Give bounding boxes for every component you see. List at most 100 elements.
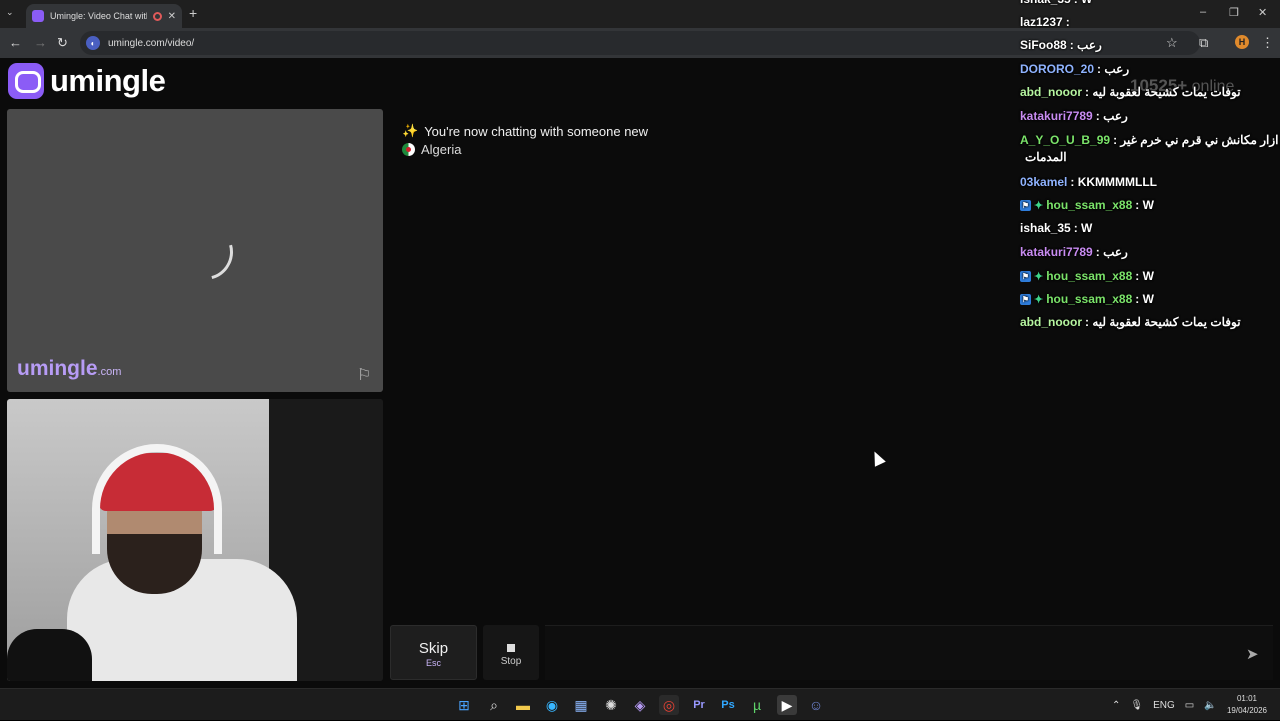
forward-icon[interactable]: → bbox=[34, 35, 47, 50]
favicon-icon bbox=[32, 10, 44, 22]
overlay-chat-text: : W bbox=[1074, 0, 1093, 6]
overlay-chat-text: : توفات يمات كشيحة لعقوبة ليه bbox=[1085, 85, 1241, 99]
back-icon[interactable]: ← bbox=[9, 35, 22, 50]
sparkle-badge-icon: ✦ bbox=[1034, 293, 1044, 306]
overlay-chat-text: : رعب bbox=[1095, 109, 1128, 123]
overlay-chat-text: : رعب bbox=[1069, 38, 1102, 52]
video-watermark: umingle.com bbox=[17, 357, 121, 381]
overlay-chat-text: : W bbox=[1135, 198, 1154, 212]
sparkle-badge-icon: ✦ bbox=[1034, 270, 1044, 283]
recording-icon bbox=[152, 11, 162, 21]
subscriber-badge-icon: ⚑ bbox=[1020, 199, 1031, 211]
tab-close-icon[interactable]: ✕ bbox=[168, 11, 176, 22]
overlay-chat-text: : رعب bbox=[1097, 62, 1130, 76]
overlay-chat-text: : KKMMMMLLL bbox=[1070, 175, 1158, 189]
send-icon[interactable]: ➤ bbox=[1246, 645, 1259, 663]
sparkle-icon: ✨ bbox=[402, 123, 419, 138]
subscriber-badge-icon: ⚑ bbox=[1020, 270, 1031, 282]
loading-spinner-icon bbox=[166, 213, 244, 291]
clock-date: 19/04/2026 bbox=[1226, 706, 1268, 715]
system-message-text: You're now chatting with someone new bbox=[424, 123, 649, 139]
discord-icon[interactable]: ☺ bbox=[806, 695, 826, 715]
overlay-chat-text: : bbox=[1065, 15, 1070, 29]
overlay-chat-text: : دير ازار مكانش ني قرم ني خرم غير bbox=[1113, 133, 1280, 147]
overlay-chat-text: : W bbox=[1135, 292, 1154, 306]
overlay-chat-username: hou_ssam_x88 bbox=[1046, 269, 1133, 283]
media-player-icon[interactable]: ▶ bbox=[777, 695, 797, 715]
chat-bubble-logo-icon bbox=[8, 63, 44, 99]
chatgpt-icon[interactable]: ✺ bbox=[601, 695, 621, 715]
windows-taskbar: ⊞ ⌕ ▬ ◉ ▦ ✺ ◈ ◎ Pr Ps µ ▶ ☺ ⌃ 🎙 ENG ▭ 🔈 … bbox=[0, 688, 1280, 720]
reload-icon[interactable]: ↻ bbox=[57, 35, 68, 51]
overlay-chat-username: hou_ssam_x88 bbox=[1046, 198, 1133, 212]
skip-button[interactable]: Skip Esc bbox=[390, 625, 477, 680]
remote-video: umingle.com ⚐ bbox=[7, 109, 383, 392]
overlay-chat-message: SiFoo88: رعب bbox=[1020, 38, 1102, 52]
overlay-chat-text: : W bbox=[1073, 221, 1093, 235]
tab-title: Umingle: Video Chat with S bbox=[50, 11, 147, 21]
start-icon[interactable]: ⊞ bbox=[454, 695, 474, 715]
algeria-flag-icon bbox=[402, 143, 415, 156]
microphone-foam bbox=[7, 629, 92, 681]
overlay-chat-username: laz1237 bbox=[1020, 15, 1063, 29]
logo-text: umingle bbox=[50, 63, 166, 98]
watermark-suffix: .com bbox=[97, 366, 122, 378]
premiere-icon[interactable]: Pr bbox=[689, 695, 709, 715]
sparkle-badge-icon: ✦ bbox=[1034, 199, 1044, 212]
overlay-chat-message: ishak_35: W bbox=[1020, 0, 1092, 6]
input-language[interactable]: ENG bbox=[1153, 700, 1175, 711]
url-text: umingle.com/video/ bbox=[108, 37, 195, 49]
site-info-icon[interactable]: ◐ bbox=[86, 36, 100, 50]
overlay-chat-username: ishak_35 bbox=[1020, 0, 1071, 6]
overlay-chat-username: katakuri7789 bbox=[1020, 109, 1093, 123]
overlay-chat-message: المدمات bbox=[1022, 150, 1067, 164]
overlay-chat-username: SiFoo88 bbox=[1020, 38, 1067, 52]
overlay-chat-username: DORORO_20 bbox=[1020, 62, 1095, 76]
overlay-chat-text: : رعب bbox=[1095, 245, 1128, 259]
overlay-chat-message: ⚑ ✦ hou_ssam_x88: W bbox=[1020, 292, 1154, 306]
overlay-chat-message: DORORO_20: رعب bbox=[1020, 62, 1129, 76]
subscriber-badge-icon: ⚑ bbox=[1020, 293, 1031, 305]
stop-icon bbox=[507, 644, 515, 652]
overlay-chat-message: ⚑ ✦ hou_ssam_x88: W bbox=[1020, 269, 1154, 283]
overlay-chat-username: katakuri7789 bbox=[1020, 245, 1093, 259]
overlay-chat-username: abd_nooor bbox=[1020, 315, 1082, 329]
file-explorer-icon[interactable]: ▬ bbox=[513, 695, 533, 715]
stream-chat-overlay: ishak_35: Wlaz1237:SiFoo88: رعبDORORO_20… bbox=[1016, 0, 1280, 337]
overlay-chat-message: laz1237: bbox=[1020, 15, 1070, 29]
chrome-icon[interactable]: ◎ bbox=[659, 695, 679, 715]
overlay-chat-message: ⚑ ✦ hou_ssam_x88: W bbox=[1020, 198, 1154, 212]
report-flag-icon[interactable]: ⚐ bbox=[357, 365, 371, 385]
taskbar-clock[interactable]: 01:01 19/04/2026 bbox=[1222, 693, 1272, 717]
country-message: Algeria bbox=[402, 142, 461, 157]
twitch-icon[interactable]: ◈ bbox=[630, 695, 650, 715]
search-icon[interactable]: ⌕ bbox=[484, 695, 504, 715]
store-icon[interactable]: ▦ bbox=[571, 695, 591, 715]
site-logo[interactable]: umingle bbox=[8, 63, 166, 99]
edge-icon[interactable]: ◉ bbox=[542, 695, 562, 715]
stop-button[interactable]: Stop bbox=[483, 625, 539, 680]
system-tray: ⌃ 🎙 ENG ▭ 🔈 bbox=[1112, 689, 1217, 721]
new-tab-button[interactable]: + bbox=[189, 5, 197, 21]
overlay-chat-message: katakuri7789: رعب bbox=[1020, 245, 1128, 259]
overlay-chat-message: katakuri7789: رعب bbox=[1020, 109, 1128, 123]
tray-chevron-icon[interactable]: ⌃ bbox=[1112, 700, 1120, 711]
utorrent-icon[interactable]: µ bbox=[747, 695, 767, 715]
skip-shortcut: Esc bbox=[425, 658, 441, 668]
watermark-main: umingle bbox=[17, 357, 98, 380]
browser-tab[interactable]: Umingle: Video Chat with S ✕ bbox=[26, 4, 182, 28]
message-input[interactable] bbox=[545, 625, 1273, 680]
overlay-chat-message: abd_nooor: توفات يمات كشيحة لعقوبة ليه bbox=[1020, 85, 1241, 99]
network-icon[interactable]: ▭ bbox=[1185, 700, 1194, 711]
overlay-chat-username: 03kamel bbox=[1020, 175, 1068, 189]
overlay-chat-username: abd_nooor bbox=[1020, 85, 1082, 99]
photoshop-icon[interactable]: Ps bbox=[718, 695, 738, 715]
stop-label: Stop bbox=[500, 656, 522, 667]
overlay-chat-message: A_Y_O_U_B_99: دير ازار مكانش ني قرم ني خ… bbox=[1020, 133, 1280, 147]
country-text: Algeria bbox=[421, 142, 462, 157]
overlay-chat-text: المدمات bbox=[1025, 150, 1067, 164]
volume-icon[interactable]: 🔈 bbox=[1204, 700, 1216, 711]
tab-search-icon[interactable]: ⌄ bbox=[6, 7, 14, 18]
overlay-chat-username: A_Y_O_U_B_99 bbox=[1020, 133, 1111, 147]
microphone-icon[interactable]: 🎙 bbox=[1130, 700, 1143, 711]
